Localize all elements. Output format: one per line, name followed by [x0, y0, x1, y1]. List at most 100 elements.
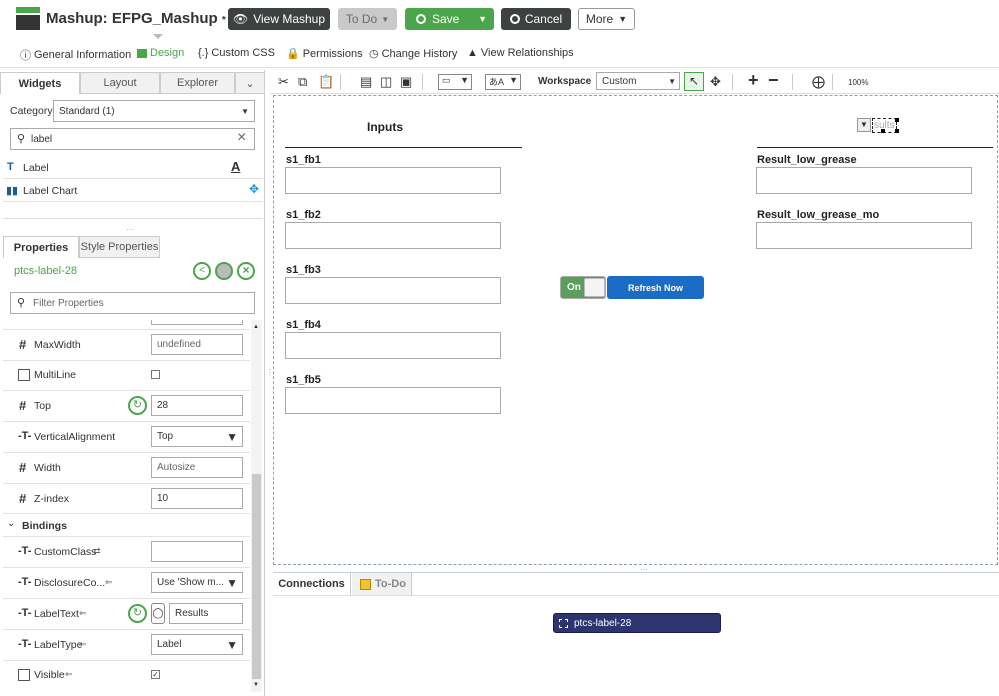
input-s1-fb4[interactable] [285, 332, 501, 359]
save-button[interactable]: Save ▼ [405, 8, 494, 30]
widget-search-input[interactable]: label [10, 128, 255, 150]
tab-layout[interactable]: Layout [80, 72, 160, 94]
layout-rows-icon[interactable]: ▤ [360, 74, 372, 90]
more-button[interactable]: More ▼ [578, 8, 635, 30]
resize-handle[interactable] [895, 118, 899, 122]
search-icon: ⚲ [17, 133, 26, 145]
bottom-panel: Connections To-Do ptcs-label-28 [273, 572, 999, 696]
refresh-now-button[interactable]: Refresh Now [607, 276, 704, 299]
widget-item-label-chart[interactable]: ▮▮ Label Chart ✥ [3, 179, 263, 202]
clear-search-icon[interactable]: × [237, 129, 246, 147]
cancel-icon [509, 14, 520, 24]
globe-icon[interactable]: ◯ [151, 603, 165, 624]
input-s1-fb1[interactable] [285, 167, 501, 194]
splitter-handle[interactable]: ··· [126, 225, 134, 234]
input-result-low-grease[interactable] [756, 167, 972, 194]
tab-properties[interactable]: Properties [3, 236, 79, 258]
save-dropdown-icon[interactable]: ▼ [478, 14, 487, 24]
widget-list-spacer [3, 202, 263, 219]
text-type-icon: T [7, 161, 14, 173]
binding-select-labeltype[interactable]: Label ▼ [151, 634, 243, 655]
scroll-down-icon[interactable]: ▼ [253, 682, 259, 688]
toggle-switch[interactable]: On [560, 276, 606, 299]
tab-design[interactable]: Design [137, 47, 184, 59]
binding-input-customclass[interactable] [151, 541, 243, 562]
pan-icon[interactable]: ✥ [710, 74, 721, 90]
input-s1-fb5[interactable] [285, 387, 501, 414]
tab-explorer[interactable]: Explorer [160, 72, 235, 94]
scrollbar-thumb[interactable] [252, 474, 261, 679]
property-input-maxwidth[interactable]: undefined [151, 334, 243, 355]
zoom-in-icon[interactable]: + [748, 70, 759, 91]
property-checkbox-multiline[interactable] [151, 370, 160, 379]
widget-item-label[interactable]: T Label A [3, 156, 263, 179]
copy-icon[interactable]: ⧉ [298, 74, 307, 90]
property-input-zindex[interactable]: 10 [151, 488, 243, 509]
collapse-panel-icon[interactable]: ⌄ [235, 72, 265, 94]
caret-down-icon: ▼ [241, 106, 249, 116]
binding-arrow-icon: ⇐ [79, 608, 87, 618]
binding-input-labeltext[interactable]: Results [169, 603, 243, 624]
panel-divider [264, 70, 265, 696]
boolean-type-icon [18, 369, 30, 381]
connection-node[interactable]: ptcs-label-28 [553, 613, 721, 633]
cut-icon[interactable]: ✂ [278, 74, 289, 90]
property-row-zindex: # Z-index 10 [3, 484, 250, 514]
property-input-partial[interactable] [151, 320, 243, 325]
mashup-canvas[interactable]: Inputs s1_fb1 s1_fb2 s1_fb3 s1_fb4 s1_fb… [273, 95, 998, 565]
scroll-up-icon[interactable]: ▲ [253, 324, 259, 330]
tab-style-properties[interactable]: Style Properties [79, 236, 160, 258]
category-select[interactable]: Standard (1) ▼ [53, 100, 255, 122]
resize-handle[interactable] [881, 129, 885, 133]
field-label-result-low-grease: Result_low_grease [757, 154, 857, 166]
property-input-width[interactable]: Autosize [151, 457, 243, 478]
selected-widget-name: ptcs-label-28 [14, 265, 77, 277]
properties-list: # MaxWidth undefined MultiLine # Top ↻ 2… [3, 320, 250, 690]
bindings-section-header[interactable]: ⌄ Bindings [3, 514, 250, 537]
cancel-button[interactable]: Cancel [501, 8, 571, 30]
workspace-select[interactable]: Custom ▼ [596, 72, 680, 90]
select-pointer-icon[interactable]: ↖ [684, 72, 704, 91]
localization-select[interactable]: あA ▼ [485, 74, 521, 90]
tab-connections[interactable]: Connections [273, 573, 351, 595]
view-select[interactable]: ▭ ▼ [438, 74, 472, 90]
boolean-type-icon [18, 669, 30, 681]
zoom-out-icon[interactable]: − [768, 70, 779, 91]
input-s1-fb3[interactable] [285, 277, 501, 304]
properties-scrollbar[interactable]: ▲ ▼ [251, 320, 262, 692]
refresh-icon[interactable]: ↻ [128, 396, 147, 415]
layout-columns-icon[interactable]: ◫ [380, 74, 392, 90]
move-icon: ✥ [249, 182, 260, 196]
tab-general-information[interactable]: ⓘ General Information [20, 47, 131, 63]
binding-select-disclosurecontrol[interactable]: Use 'Show m... ▼ [151, 572, 243, 593]
tab-todo[interactable]: To-Do [352, 573, 412, 595]
tab-change-history[interactable]: ◷ Change History [369, 47, 457, 61]
binding-arrow-icon: ⇐ [79, 639, 87, 649]
zoom-reset-icon[interactable]: ⨁ [812, 74, 825, 90]
tab-widgets[interactable]: Widgets [0, 72, 80, 94]
tab-permissions[interactable]: 🔒 Permissions [286, 47, 363, 61]
todo-button[interactable]: To Do ▼ [338, 8, 397, 30]
tab-view-relationships[interactable]: ▲ View Relationships [467, 47, 574, 59]
paste-icon[interactable]: 📋 [318, 74, 334, 90]
view-mashup-button[interactable]: 👁 View Mashup [228, 8, 330, 30]
property-input-top[interactable]: 28 [151, 395, 243, 416]
share-icon[interactable]: < [193, 262, 211, 280]
input-result-low-grease-mo[interactable] [756, 222, 972, 249]
thingworx-logo [16, 7, 40, 30]
widget-icon [559, 618, 568, 628]
property-select-verticalalignment[interactable]: Top ▼ [151, 426, 243, 447]
bar-chart-icon: ▮▮ [6, 185, 19, 197]
close-icon[interactable]: × [237, 262, 255, 280]
eye-icon: 👁 [232, 12, 249, 26]
translate-icon: あA [489, 77, 505, 87]
binding-checkbox-visible[interactable]: ✓ [151, 670, 160, 679]
resize-handle[interactable] [895, 129, 899, 133]
filter-properties-input[interactable]: Filter Properties [10, 292, 255, 314]
refresh-icon[interactable]: ↻ [128, 604, 147, 623]
widget-menu-dropdown[interactable]: ▼ [857, 118, 871, 132]
tab-custom-css[interactable]: {.} Custom CSS [198, 47, 275, 59]
gear-icon[interactable] [215, 262, 233, 280]
input-s1-fb2[interactable] [285, 222, 501, 249]
bounds-icon[interactable]: ▣ [400, 74, 412, 90]
